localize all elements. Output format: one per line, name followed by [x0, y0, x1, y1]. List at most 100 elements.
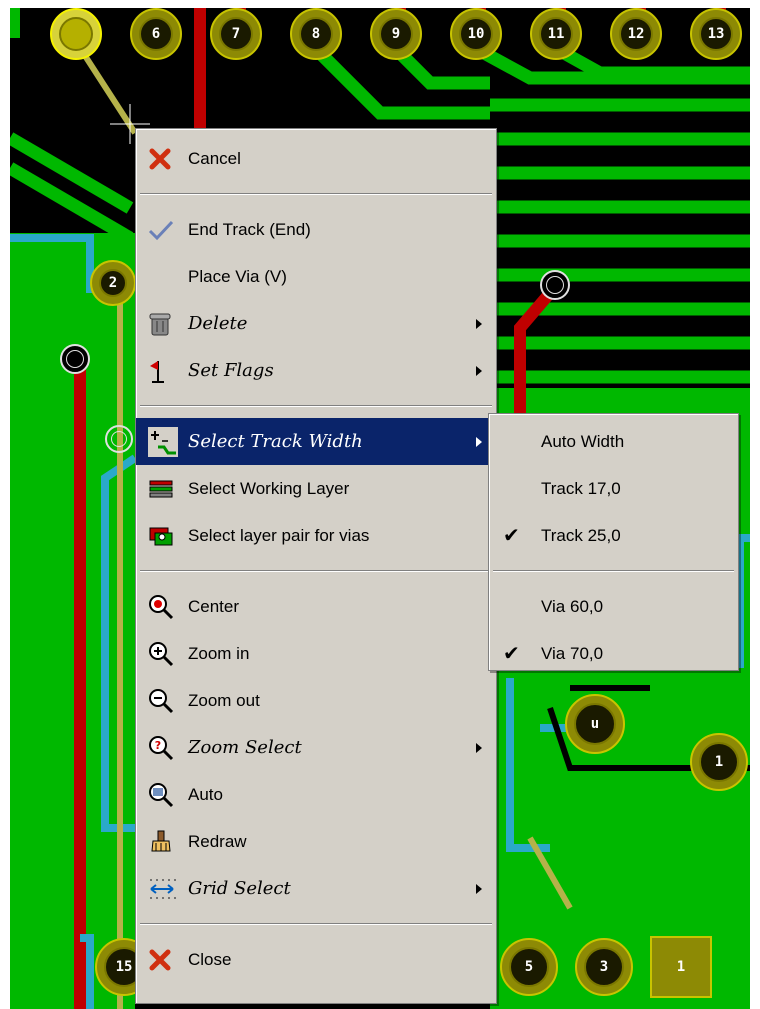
menu-item-label: Set Flags	[188, 360, 274, 381]
menu-separator	[136, 182, 496, 206]
pad-number: 1	[714, 754, 724, 770]
menu-separator	[136, 912, 496, 936]
menu-item-set-flags[interactable]: Set Flags	[136, 347, 496, 394]
menu-item-cancel[interactable]: Cancel	[136, 135, 496, 182]
menu-item-label: Auto	[188, 784, 223, 804]
pad-number: 1	[676, 959, 686, 975]
cancel-x-icon	[148, 144, 188, 174]
context-menu: Cancel End Track (End) Place Via (V) Del…	[135, 128, 497, 1004]
menu-item-delete[interactable]: Delete	[136, 300, 496, 347]
menu-item-select-working-layer[interactable]: Select Working Layer	[136, 465, 496, 512]
menu-item-label: Zoom out	[188, 690, 260, 710]
menu-separator	[136, 394, 496, 418]
menu-item-grid-select[interactable]: Grid Select	[136, 865, 496, 912]
pad[interactable]: u	[565, 694, 625, 754]
menu-item-label: Close	[188, 949, 232, 969]
zoom-out-icon	[148, 686, 188, 716]
pad[interactable]: 12	[610, 8, 662, 60]
pad[interactable]: 2	[90, 260, 136, 306]
pad-number: 10	[467, 26, 485, 42]
pad-number: u	[590, 716, 600, 732]
menu-item-label: Zoom Select	[188, 737, 302, 758]
zoom-in-icon	[148, 639, 188, 669]
pad-number: 7	[231, 26, 241, 42]
submenu-arrow-icon	[476, 883, 482, 894]
menu-item-label: Grid Select	[188, 878, 291, 899]
menu-item-zoom-out[interactable]: Zoom out	[136, 677, 496, 724]
menu-item-label: Redraw	[188, 831, 247, 851]
center-zoom-icon	[148, 592, 188, 622]
menu-item-select-track-width[interactable]: Select Track Width	[136, 418, 496, 465]
via[interactable]	[540, 270, 570, 300]
checkmark-icon: ✔	[503, 643, 520, 665]
pad[interactable]: 3	[575, 938, 633, 996]
menu-item-center[interactable]: Center	[136, 583, 496, 630]
pad[interactable]: 13	[690, 8, 742, 60]
menu-item-label: Zoom in	[188, 643, 250, 663]
submenu-item-label: Track 17,0	[541, 478, 621, 498]
menu-item-close[interactable]: Close	[136, 936, 496, 983]
submenu-item-label: Auto Width	[541, 431, 625, 451]
menu-item-auto[interactable]: Auto	[136, 771, 496, 818]
pad-square[interactable]: 1	[650, 936, 712, 998]
svg-text:?: ?	[155, 739, 161, 752]
pad[interactable]: 11	[530, 8, 582, 60]
pad[interactable]: 1	[690, 733, 748, 791]
pad-number: 12	[627, 26, 645, 42]
submenu-arrow-icon	[476, 436, 482, 447]
checkmark-icon: ✔	[503, 525, 520, 547]
menu-separator	[136, 559, 496, 583]
menu-item-label: Select Track Width	[188, 431, 363, 452]
pad[interactable]: 10	[450, 8, 502, 60]
menu-item-end-track[interactable]: End Track (End)	[136, 206, 496, 253]
menu-item-label: Select layer pair for vias	[188, 525, 370, 545]
menu-item-label: Delete	[188, 313, 248, 334]
pad-number: 3	[599, 959, 609, 975]
submenu-item-label: Track 25,0	[541, 525, 621, 545]
layer-pair-icon	[148, 521, 188, 551]
pad-number: 9	[391, 26, 401, 42]
submenu-item-track-17[interactable]: Track 17,0	[489, 465, 738, 512]
menu-item-label: Place Via (V)	[188, 266, 287, 286]
redraw-brush-icon	[148, 827, 188, 857]
menu-item-select-layer-pair[interactable]: Select layer pair for vias	[136, 512, 496, 559]
menu-item-zoom-select[interactable]: ? Zoom Select	[136, 724, 496, 771]
pad[interactable]: 5	[500, 938, 558, 996]
zoom-select-icon: ?	[148, 733, 188, 763]
menu-item-label: Select Working Layer	[188, 478, 350, 498]
submenu-item-auto-width[interactable]: Auto Width	[489, 418, 738, 465]
pad-number: 2	[108, 275, 118, 291]
track-width-submenu: Auto Width Track 17,0 ✔ Track 25,0 Via 6…	[488, 413, 739, 671]
submenu-item-via-60[interactable]: Via 60,0	[489, 583, 738, 630]
pad[interactable]: 8	[290, 8, 342, 60]
menu-item-label: Cancel	[188, 148, 241, 168]
zoom-auto-icon	[148, 780, 188, 810]
submenu-arrow-icon	[476, 742, 482, 753]
track-width-icon	[148, 426, 188, 457]
menu-item-zoom-in[interactable]: Zoom in	[136, 630, 496, 677]
via[interactable]	[105, 425, 133, 453]
grid-icon	[148, 874, 188, 904]
flag-icon	[148, 356, 188, 386]
close-x-icon	[148, 945, 188, 975]
menu-item-redraw[interactable]: Redraw	[136, 818, 496, 865]
pad-number: 5	[524, 959, 534, 975]
menu-item-label: Center	[188, 596, 240, 616]
submenu-item-via-70[interactable]: ✔ Via 70,0	[489, 630, 738, 677]
pad[interactable]: 6	[130, 8, 182, 60]
pad-number: 8	[311, 26, 321, 42]
submenu-item-label: Via 60,0	[541, 596, 604, 616]
submenu-item-label: Via 70,0	[541, 643, 604, 663]
trash-can-icon	[148, 309, 188, 339]
pad[interactable]: 9	[370, 8, 422, 60]
pad-number: 13	[707, 26, 725, 42]
submenu-item-track-25[interactable]: ✔ Track 25,0	[489, 512, 738, 559]
submenu-arrow-icon	[476, 365, 482, 376]
pad-number: 11	[547, 26, 565, 42]
via[interactable]	[60, 344, 90, 374]
pad-selected[interactable]	[50, 8, 102, 60]
menu-separator	[489, 559, 738, 583]
menu-item-label: End Track (End)	[188, 219, 311, 239]
pad[interactable]: 7	[210, 8, 262, 60]
menu-item-place-via[interactable]: Place Via (V)	[136, 253, 496, 300]
